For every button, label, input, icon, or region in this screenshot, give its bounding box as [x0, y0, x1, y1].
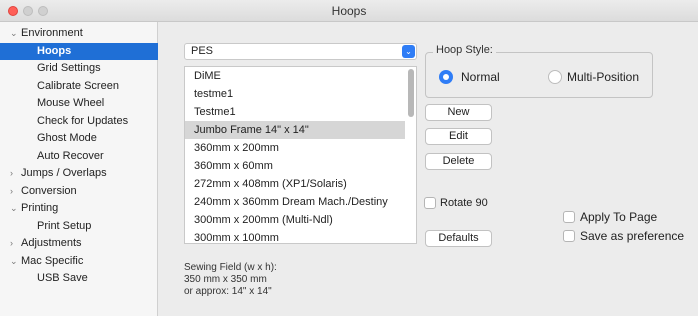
- normal-radio-label[interactable]: Normal: [461, 70, 500, 84]
- save-as-preference-label[interactable]: Save as preference: [580, 229, 684, 243]
- sidebar-item-adjustments[interactable]: › Adjustments: [0, 235, 158, 252]
- new-hoop-button[interactable]: New: [425, 104, 492, 121]
- sidebar-item-mac-specific[interactable]: ⌄ Mac Specific: [0, 253, 158, 270]
- apply-to-page-checkbox[interactable]: [563, 211, 575, 223]
- rotate-90-label[interactable]: Rotate 90: [440, 197, 488, 209]
- sidebar-item-label: USB Save: [37, 272, 88, 284]
- hoop-list-item[interactable]: 360mm x 200mm: [185, 139, 405, 157]
- apply-to-page-label[interactable]: Apply To Page: [580, 210, 657, 224]
- chevron-right-icon[interactable]: ›: [10, 165, 21, 182]
- defaults-button[interactable]: Defaults: [425, 230, 492, 247]
- sidebar-item-ghost-mode[interactable]: Ghost Mode: [0, 130, 158, 147]
- sidebar-item-print-setup[interactable]: Print Setup: [0, 218, 158, 235]
- delete-hoop-button[interactable]: Delete: [425, 153, 492, 170]
- rotate-90-checkbox[interactable]: [424, 197, 436, 209]
- hoop-list-item[interactable]: testme1: [185, 85, 405, 103]
- sidebar-item-label: Auto Recover: [37, 150, 104, 162]
- edit-hoop-button[interactable]: Edit: [425, 128, 492, 145]
- multi-position-radio-label[interactable]: Multi-Position: [567, 70, 639, 84]
- sidebar-item-label: Check for Updates: [37, 115, 129, 127]
- sidebar-item-label: Mac Specific: [21, 255, 84, 267]
- machine-format-value: PES: [191, 45, 214, 57]
- hoop-list-item[interactable]: 360mm x 60mm: [185, 157, 405, 175]
- sewing-field-info: Sewing Field (w x h): 350 mm x 350 mm or…: [184, 262, 277, 298]
- sidebar-item-usb-save[interactable]: USB Save: [0, 270, 158, 287]
- sidebar-item-jumps-overlaps[interactable]: › Jumps / Overlaps: [0, 165, 158, 182]
- save-as-preference-checkbox[interactable]: [563, 230, 575, 242]
- window-title: Hoops: [331, 4, 367, 18]
- sidebar-item-conversion[interactable]: › Conversion: [0, 183, 158, 200]
- machine-format-select[interactable]: PES ⌄: [184, 43, 417, 60]
- hoop-list-item-selected[interactable]: Jumbo Frame 14" x 14": [185, 121, 405, 139]
- chevron-updown-icon[interactable]: ⌄: [402, 45, 415, 58]
- sidebar-item-label: Grid Settings: [37, 62, 101, 74]
- sidebar-item-label: Calibrate Screen: [37, 80, 119, 92]
- sidebar-item-environment[interactable]: ⌄ Environment: [0, 25, 158, 42]
- hoop-list-item[interactable]: Testme1: [185, 103, 405, 121]
- sidebar-item-label: Environment: [21, 27, 83, 39]
- hoop-list-scrollbar[interactable]: [408, 69, 414, 117]
- sewing-field-heading: Sewing Field (w x h):: [184, 262, 277, 273]
- sidebar-item-label: Jumps / Overlaps: [21, 167, 107, 179]
- sidebar-item-label: Ghost Mode: [37, 132, 97, 144]
- sidebar-item-label: Print Setup: [37, 220, 92, 232]
- sidebar-item-auto-recover[interactable]: Auto Recover: [0, 148, 158, 165]
- hoop-list-item[interactable]: 300mm x 200mm (Multi-Ndl): [185, 211, 405, 229]
- sidebar-item-calibrate-screen[interactable]: Calibrate Screen: [0, 78, 158, 95]
- sewing-field-imperial: or approx: 14" x 14": [184, 286, 272, 297]
- hoop-style-label: Hoop Style:: [433, 44, 496, 56]
- window-titlebar: Hoops: [0, 0, 698, 22]
- hoop-list-item[interactable]: 272mm x 408mm (XP1/Solaris): [185, 175, 405, 193]
- hoop-list[interactable]: DiME testme1 Testme1 Jumbo Frame 14" x 1…: [184, 66, 417, 244]
- sidebar-item-label: Hoops: [37, 45, 72, 57]
- hoop-list-item[interactable]: 240mm x 360mm Dream Mach./Destiny: [185, 193, 405, 211]
- sidebar-item-mouse-wheel[interactable]: Mouse Wheel: [0, 95, 158, 112]
- chevron-down-icon[interactable]: ⌄: [10, 253, 21, 270]
- chevron-down-icon[interactable]: ⌄: [10, 200, 21, 217]
- sidebar-item-grid-settings[interactable]: Grid Settings: [0, 60, 158, 77]
- hoop-list-item[interactable]: 300mm x 100mm: [185, 229, 405, 243]
- hoop-list-item[interactable]: DiME: [185, 67, 405, 85]
- chevron-right-icon[interactable]: ›: [10, 235, 21, 252]
- chevron-right-icon[interactable]: ›: [10, 183, 21, 200]
- sidebar-item-label: Printing: [21, 202, 59, 214]
- sidebar-item-printing[interactable]: ⌄ Printing: [0, 200, 158, 217]
- sidebar-item-check-for-updates[interactable]: Check for Updates: [0, 113, 158, 130]
- normal-radio[interactable]: [439, 70, 453, 84]
- sewing-field-metric: 350 mm x 350 mm: [184, 274, 267, 285]
- chevron-down-icon[interactable]: ⌄: [10, 25, 21, 42]
- sidebar-item-label: Adjustments: [21, 237, 82, 249]
- sidebar-item-label: Mouse Wheel: [37, 97, 105, 109]
- sidebar-item-hoops[interactable]: Hoops: [0, 43, 158, 60]
- preferences-sidebar: ⌄ Environment Hoops Grid Settings Calibra…: [0, 22, 158, 316]
- multi-position-radio[interactable]: [548, 70, 562, 84]
- sidebar-item-label: Conversion: [21, 185, 77, 197]
